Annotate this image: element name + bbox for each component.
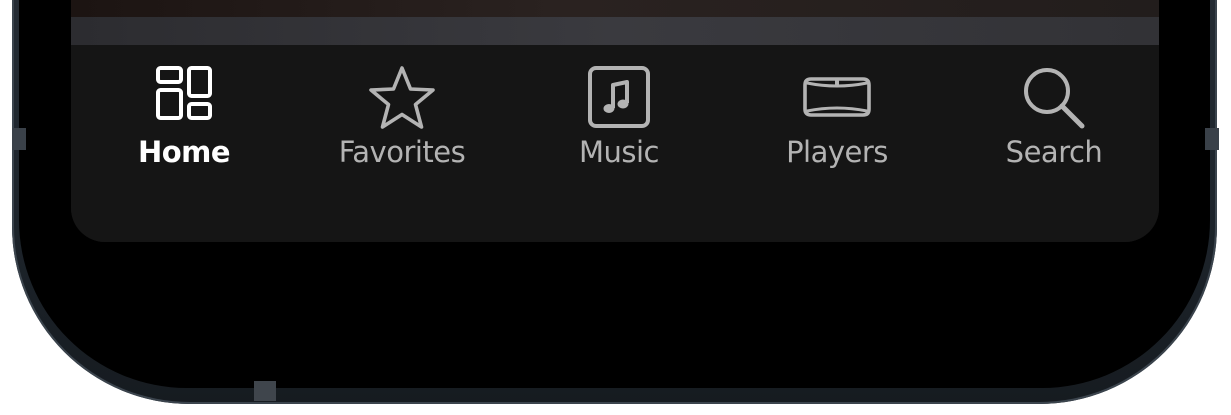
tab-music-label: Music <box>578 135 660 169</box>
content-row[interactable] <box>71 17 1159 122</box>
tab-home-label: Home <box>137 135 231 169</box>
star-icon <box>369 66 435 129</box>
side-button-left <box>12 128 26 150</box>
music-note-icon <box>588 66 650 128</box>
home-grid-icon <box>156 66 212 120</box>
search-icon <box>1024 68 1085 129</box>
content-above-tabbar <box>71 0 1159 17</box>
tab-favorites-label: Favorites <box>338 135 466 169</box>
phone-screenshot: Home Favorites Music Players Search <box>0 0 1231 415</box>
tab-players[interactable]: Players <box>747 45 927 185</box>
bottom-tab-bar: Home Favorites Music Players Search <box>71 45 1159 242</box>
side-button-right <box>1205 128 1219 150</box>
tab-home[interactable]: Home <box>94 45 274 185</box>
bottom-frame-notch <box>254 381 276 401</box>
tab-music[interactable]: Music <box>529 45 709 185</box>
tab-favorites[interactable]: Favorites <box>312 45 492 185</box>
speaker-icon <box>803 77 871 117</box>
app-screen: Home Favorites Music Players Search <box>71 0 1159 242</box>
tab-players-label: Players <box>786 135 888 169</box>
tab-search[interactable]: Search <box>964 45 1144 185</box>
tab-search-label: Search <box>1005 135 1103 169</box>
